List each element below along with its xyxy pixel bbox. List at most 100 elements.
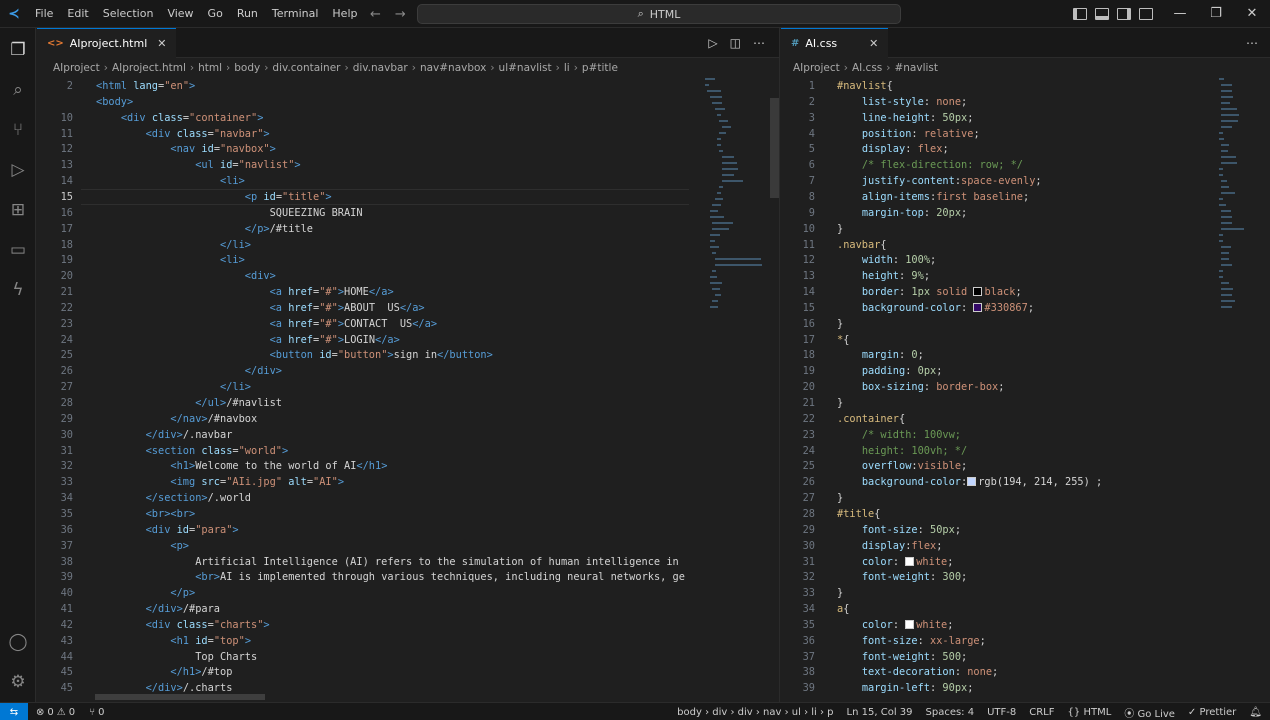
breadcrumb-item[interactable]: div.navbar <box>353 62 408 74</box>
breadcrumb-item[interactable]: ul#navlist <box>499 62 552 74</box>
code-token: <section <box>145 444 202 457</box>
restore-icon[interactable]: ❐ <box>1198 0 1234 28</box>
breadcrumb-item[interactable]: li <box>564 62 570 74</box>
code-line: 40 </p> <box>37 586 779 602</box>
color-swatch[interactable] <box>967 477 977 487</box>
color-swatch[interactable] <box>973 287 983 297</box>
code-token: ; <box>967 682 974 695</box>
manage-gear-icon[interactable]: ⚙ <box>0 664 36 700</box>
breadcrumb-item[interactable]: #navlist <box>894 62 938 74</box>
line-number: 12 <box>802 254 815 267</box>
horizontal-scrollbar[interactable] <box>95 694 265 700</box>
live-server-icon[interactable]: ϟ <box>0 272 36 308</box>
language-mode[interactable]: {} HTML <box>1068 707 1112 718</box>
menu-run[interactable]: Run <box>230 0 265 28</box>
code-token: visible <box>917 460 962 473</box>
command-center[interactable]: ⌕ HTML <box>417 4 901 24</box>
more-actions-icon[interactable]: ⋯ <box>753 36 765 50</box>
breadcrumb-item[interactable]: p#title <box>582 62 618 74</box>
code-text: #title{ <box>837 507 880 523</box>
toggle-primary-sidebar-icon[interactable] <box>1073 8 1087 20</box>
code-token: > <box>337 476 345 489</box>
code-text: height: 9%; <box>837 269 930 285</box>
tab-aiproject-html[interactable]: <> AIproject.html ✕ <box>37 28 177 58</box>
code-token: list-style <box>861 95 924 108</box>
menu-terminal[interactable]: Terminal <box>265 0 326 28</box>
close-tab-icon[interactable]: ✕ <box>157 37 166 50</box>
code-text: <p id="title"> <box>96 190 332 206</box>
status-bar: ⇆ ⊗ 0 ⚠ 0 ⑂ 0 body › div › div › nav › u… <box>0 702 1270 720</box>
toggle-secondary-sidebar-icon[interactable] <box>1117 8 1131 20</box>
breadcrumb-item[interactable]: body <box>234 62 260 74</box>
split-editor-icon[interactable]: ◫ <box>730 36 741 50</box>
minimize-icon[interactable]: — <box>1162 0 1198 28</box>
close-tab-icon[interactable]: ✕ <box>869 37 878 50</box>
extensions-icon[interactable]: ⊞ <box>0 192 36 228</box>
indentation[interactable]: Spaces: 4 <box>926 707 975 718</box>
account-icon[interactable]: ◯ <box>0 624 36 660</box>
customize-layout-icon[interactable] <box>1139 8 1153 20</box>
breadcrumb-item[interactable]: html <box>198 62 222 74</box>
code-token: "#" <box>319 301 338 314</box>
code-token: none <box>967 666 993 679</box>
toggle-panel-icon[interactable] <box>1095 8 1109 20</box>
run-debug-icon[interactable]: ▷ <box>0 152 36 188</box>
color-swatch[interactable] <box>973 302 983 312</box>
end-of-line[interactable]: CRLF <box>1029 707 1054 718</box>
color-swatch[interactable] <box>905 556 915 566</box>
code-text: font-weight: 300; <box>837 570 967 586</box>
color-swatch[interactable] <box>905 619 915 629</box>
remote-explorer-icon[interactable]: ▭ <box>0 232 36 268</box>
remote-indicator-icon[interactable]: ⇆ <box>0 703 28 720</box>
search-icon[interactable]: ⌕ <box>0 72 36 108</box>
menu-view[interactable]: View <box>160 0 200 28</box>
more-actions-icon[interactable]: ⋯ <box>1246 36 1258 50</box>
css-code-editor[interactable]: 1 #navlist{2 list-style: none; 3 line-heig… <box>781 78 1270 702</box>
minimap[interactable] <box>1219 78 1270 518</box>
cursor-position[interactable]: Ln 15, Col 39 <box>847 707 913 718</box>
code-text: </li> <box>96 380 251 396</box>
code-line: 31 color: white; <box>781 555 1270 571</box>
minimap-line <box>705 84 709 86</box>
menu-edit[interactable]: Edit <box>60 0 95 28</box>
code-token: ; <box>1015 286 1022 299</box>
explorer-icon[interactable]: ❐ <box>0 32 36 68</box>
back-arrow-icon[interactable]: ← <box>370 7 381 22</box>
breadcrumb-item[interactable]: nav#navbox <box>420 62 486 74</box>
line-number: 28 <box>60 397 73 409</box>
notifications-bell-icon[interactable]: 🔔︎ <box>1249 707 1262 718</box>
ports-status[interactable]: ⑂ 0 <box>89 707 104 718</box>
menu-selection[interactable]: Selection <box>96 0 161 28</box>
code-line: 37 <p> <box>37 539 779 555</box>
breadcrumb-item[interactable]: AIproject <box>53 62 100 74</box>
element-path[interactable]: body › div › div › nav › ul › li › p <box>677 707 833 718</box>
menu-file[interactable]: File <box>28 0 60 28</box>
vertical-scrollbar[interactable] <box>770 98 779 198</box>
html-code-editor[interactable]: 2 <html lang="en"> <body> 10 <div class="co… <box>37 78 779 702</box>
minimap[interactable] <box>705 78 767 348</box>
prettier-status[interactable]: ✓ Prettier <box>1188 707 1236 718</box>
code-text: } <box>837 317 843 333</box>
code-token: /#top <box>201 666 233 679</box>
menu-go[interactable]: Go <box>201 0 230 28</box>
breadcrumb-item[interactable]: AIproject <box>793 62 840 74</box>
tab-ai-css[interactable]: # AI.css ✕ <box>781 28 889 58</box>
breadcrumb-item[interactable]: AI.css <box>852 62 882 74</box>
problems-status[interactable]: ⊗ 0 ⚠ 0 <box>36 707 75 718</box>
close-icon[interactable]: ✕ <box>1234 0 1270 28</box>
source-control-icon[interactable]: ⑂ <box>0 112 36 148</box>
forward-arrow-icon[interactable]: → <box>395 7 406 22</box>
encoding[interactable]: UTF-8 <box>987 707 1016 718</box>
breadcrumb-item[interactable]: AIproject.html <box>112 62 186 74</box>
menu-help[interactable]: Help <box>325 0 364 28</box>
run-icon[interactable]: ▷ <box>708 36 717 50</box>
code-token: : <box>917 523 931 536</box>
go-live-button[interactable]: ⦿ Go Live <box>1124 705 1175 720</box>
breadcrumb-item[interactable]: div.container <box>272 62 340 74</box>
